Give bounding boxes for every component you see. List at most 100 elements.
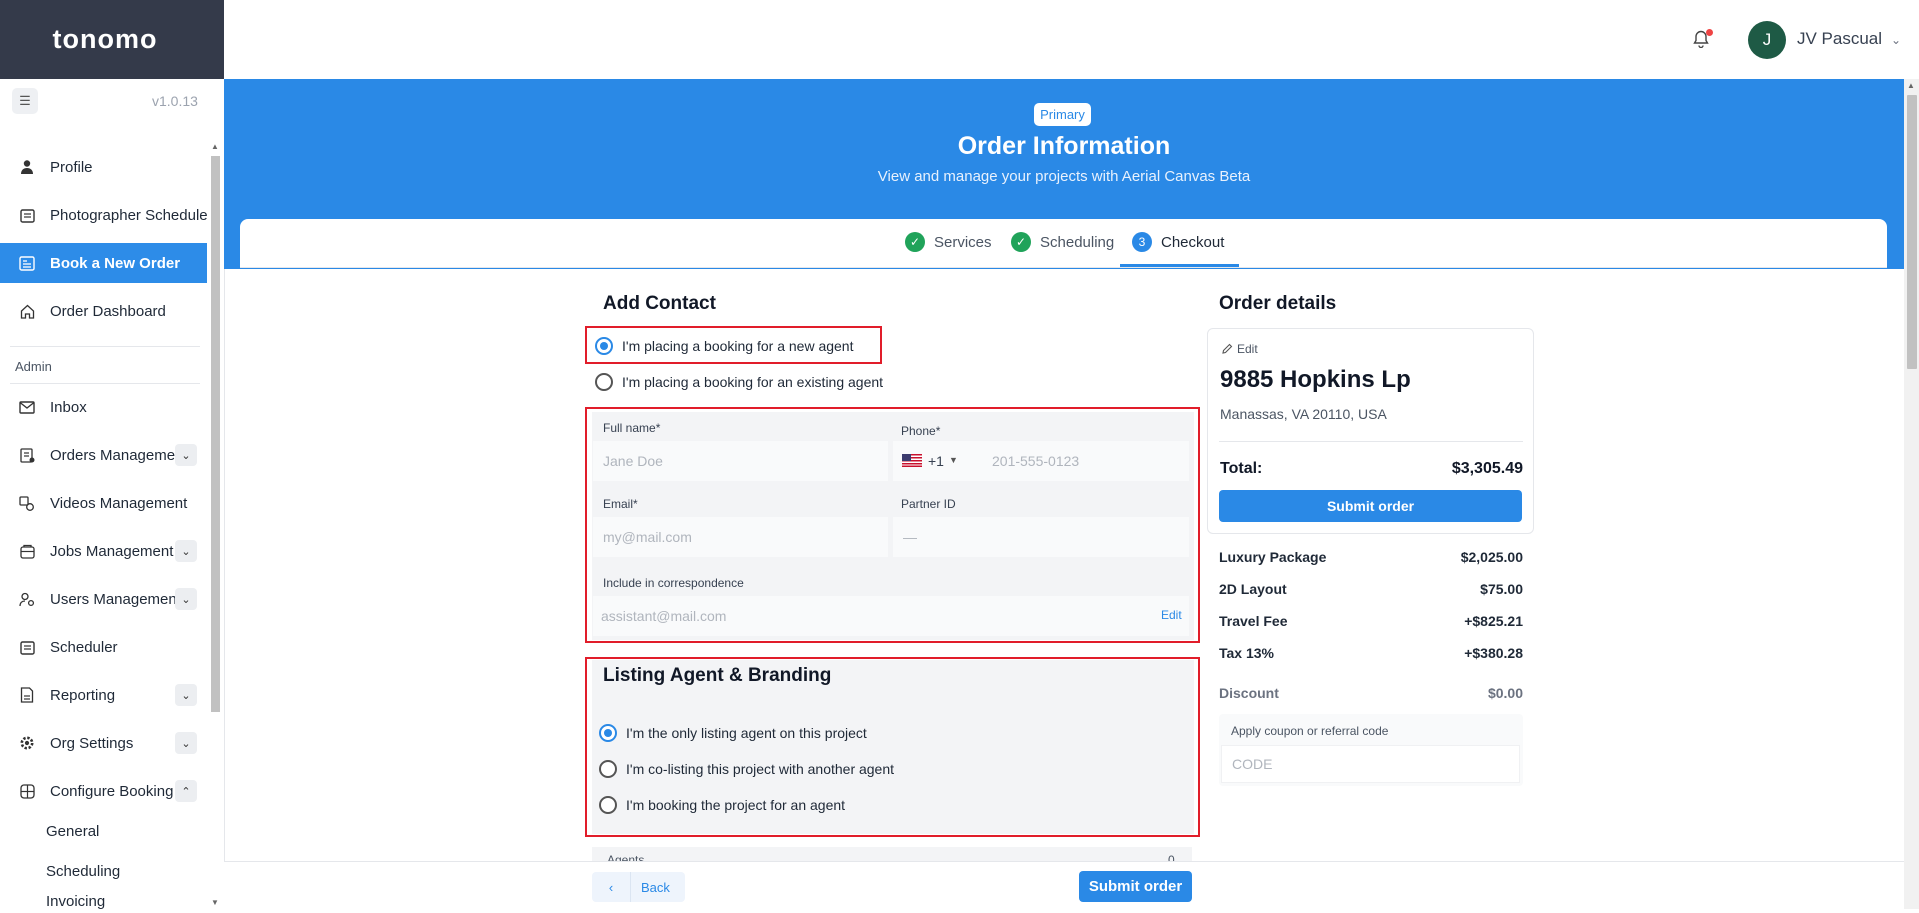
user-icon <box>16 159 38 175</box>
sidebar-item-label: Profile <box>50 158 93 176</box>
chevron-down-icon[interactable]: ⌄ <box>1891 33 1901 47</box>
radio-label: I'm booking the project for an agent <box>626 797 846 813</box>
submit-order-button[interactable]: Submit order <box>1219 490 1522 522</box>
caret-down-icon[interactable]: ▼ <box>949 455 958 465</box>
sidebar-item-label: Configure Booking <box>50 782 174 800</box>
radio-button-selected[interactable] <box>595 337 613 355</box>
radio-button-selected[interactable] <box>599 724 617 742</box>
agents-label: Agents <box>607 853 645 861</box>
radio-button[interactable] <box>595 373 613 391</box>
sidebar-item-label: Videos Management <box>50 494 188 512</box>
radio-existing-agent[interactable]: I'm placing a booking for an existing ag… <box>595 373 883 391</box>
avatar[interactable]: J <box>1748 21 1786 59</box>
partner-id-input[interactable]: — <box>893 517 1189 557</box>
user-name[interactable]: JV Pascual <box>1797 29 1882 49</box>
radio-label: I'm co-listing this project with another… <box>626 761 895 777</box>
pencil-icon <box>1221 343 1233 355</box>
sidebar-item-users-management[interactable]: Users Management ⌄ <box>0 579 207 619</box>
main-scrollbar-thumb[interactable] <box>1907 95 1917 369</box>
sidebar-subitem-scheduling[interactable]: Scheduling <box>0 854 200 888</box>
email-input[interactable]: my@mail.com <box>593 517 888 557</box>
radio-button[interactable] <box>599 796 617 814</box>
sidebar-divider <box>10 383 200 384</box>
sidebar-item-orders-management[interactable]: Orders Management ⌄ <box>0 435 207 475</box>
sidebar-item-photographer-schedule[interactable]: Photographer Schedule <box>0 195 207 235</box>
scroll-up-arrow-icon[interactable]: ▲ <box>1907 81 1915 90</box>
sidebar-item-label: Inbox <box>50 398 87 416</box>
step-checkout[interactable]: 3 Checkout <box>1132 232 1224 252</box>
sidebar-item-jobs-management[interactable]: Jobs Management ⌄ <box>0 531 207 571</box>
chevron-down-icon[interactable]: ⌄ <box>175 444 197 466</box>
discount-label: Discount <box>1219 685 1279 701</box>
app-logo[interactable]: tonomo <box>53 24 158 55</box>
scroll-up-arrow-icon[interactable]: ▲ <box>211 142 219 151</box>
chevron-up-icon[interactable]: ⌃ <box>175 780 197 802</box>
sidebar-scrollbar[interactable] <box>211 156 220 712</box>
sidebar-item-org-settings[interactable]: Org Settings ⌄ <box>0 723 207 763</box>
branding-title: Listing Agent & Branding <box>603 665 832 686</box>
radio-only-agent[interactable]: I'm the only listing agent on this proje… <box>599 724 867 742</box>
chevron-down-icon[interactable]: ⌄ <box>175 684 197 706</box>
calendar-icon <box>16 208 38 223</box>
partner-id-label: Partner ID <box>901 497 956 511</box>
line-item: Luxury Package $2,025.00 <box>1219 549 1523 565</box>
divider <box>1219 441 1523 442</box>
phone-country-code[interactable]: +1 <box>928 453 944 469</box>
scheduler-icon <box>16 640 38 655</box>
radio-co-listing[interactable]: I'm co-listing this project with another… <box>599 760 894 778</box>
sidebar-item-configure-booking[interactable]: Configure Booking ⌃ <box>0 771 207 811</box>
phone-input[interactable]: 201-555-0123 <box>992 453 1079 469</box>
step-number: 3 <box>1132 232 1152 252</box>
sidebar-item-inbox[interactable]: Inbox <box>0 387 207 427</box>
sidebar-item-label: Users Management <box>50 590 181 608</box>
sidebar-item-scheduler[interactable]: Scheduler <box>0 627 207 667</box>
chevron-down-icon[interactable]: ⌄ <box>175 540 197 562</box>
radio-label: I'm placing a booking for a new agent <box>622 338 854 354</box>
collapse-sidebar-icon[interactable]: ☰ <box>12 88 38 114</box>
sidebar-item-reporting[interactable]: Reporting ⌄ <box>0 675 207 715</box>
discount-row: Discount $0.00 <box>1219 685 1523 701</box>
us-flag-icon[interactable] <box>902 454 922 467</box>
agents-count: 0 <box>1168 853 1175 861</box>
step-scheduling[interactable]: ✓ Scheduling <box>1011 232 1114 252</box>
scroll-down-arrow-icon[interactable]: ▼ <box>211 898 219 907</box>
edit-address-button[interactable]: Edit <box>1221 342 1258 356</box>
configure-icon <box>16 783 38 799</box>
property-city: Manassas, VA 20110, USA <box>1220 406 1387 422</box>
primary-badge: Primary <box>1034 103 1091 126</box>
agents-row[interactable]: Agents 0 <box>592 847 1192 861</box>
page-subtitle: View and manage your projects with Aeria… <box>877 168 1251 185</box>
radio-button[interactable] <box>599 760 617 778</box>
edit-correspondence-link[interactable]: Edit <box>1161 608 1182 622</box>
radio-new-agent[interactable]: I'm placing a booking for a new agent <box>595 337 854 355</box>
step-services[interactable]: ✓ Services <box>905 232 992 252</box>
chevron-down-icon[interactable]: ⌄ <box>175 588 197 610</box>
line-item-value: +$380.28 <box>1464 645 1523 661</box>
coupon-input[interactable]: CODE <box>1221 745 1520 783</box>
line-item-value: $2,025.00 <box>1460 549 1523 565</box>
line-item: 2D Layout $75.00 <box>1219 581 1523 597</box>
correspondence-input[interactable]: assistant@mail.com <box>593 596 1189 636</box>
radio-label: I'm placing a booking for an existing ag… <box>622 374 884 390</box>
sidebar-subitem-invoicing[interactable]: Invoicing <box>0 893 200 913</box>
sidebar-item-order-dashboard[interactable]: Order Dashboard <box>0 291 207 331</box>
radio-booking-for-agent[interactable]: I'm booking the project for an agent <box>599 796 845 814</box>
radio-label: I'm the only listing agent on this proje… <box>626 725 867 741</box>
sidebar-subitem-general[interactable]: General <box>0 814 200 848</box>
mail-icon <box>16 400 38 414</box>
total-label: Total: <box>1220 460 1263 477</box>
sidebar-item-book-new-order[interactable]: Book a New Order <box>0 243 207 283</box>
sidebar-item-profile[interactable]: Profile <box>0 147 207 187</box>
chevron-down-icon[interactable]: ⌄ <box>175 732 197 754</box>
report-icon <box>16 687 38 703</box>
back-button[interactable]: ‹ Back <box>592 872 685 902</box>
submit-order-button-footer[interactable]: Submit order <box>1079 871 1192 902</box>
sidebar-item-videos-management[interactable]: Videos Management <box>0 483 207 523</box>
bottom-action-bar <box>224 861 1904 910</box>
full-name-input[interactable]: Jane Doe <box>593 441 888 481</box>
page-title: Order Information <box>957 132 1171 160</box>
phone-label: Phone* <box>901 424 941 438</box>
line-item-name: Luxury Package <box>1219 549 1327 565</box>
add-contact-title: Add Contact <box>603 293 716 314</box>
line-item: Tax 13% +$380.28 <box>1219 645 1523 661</box>
